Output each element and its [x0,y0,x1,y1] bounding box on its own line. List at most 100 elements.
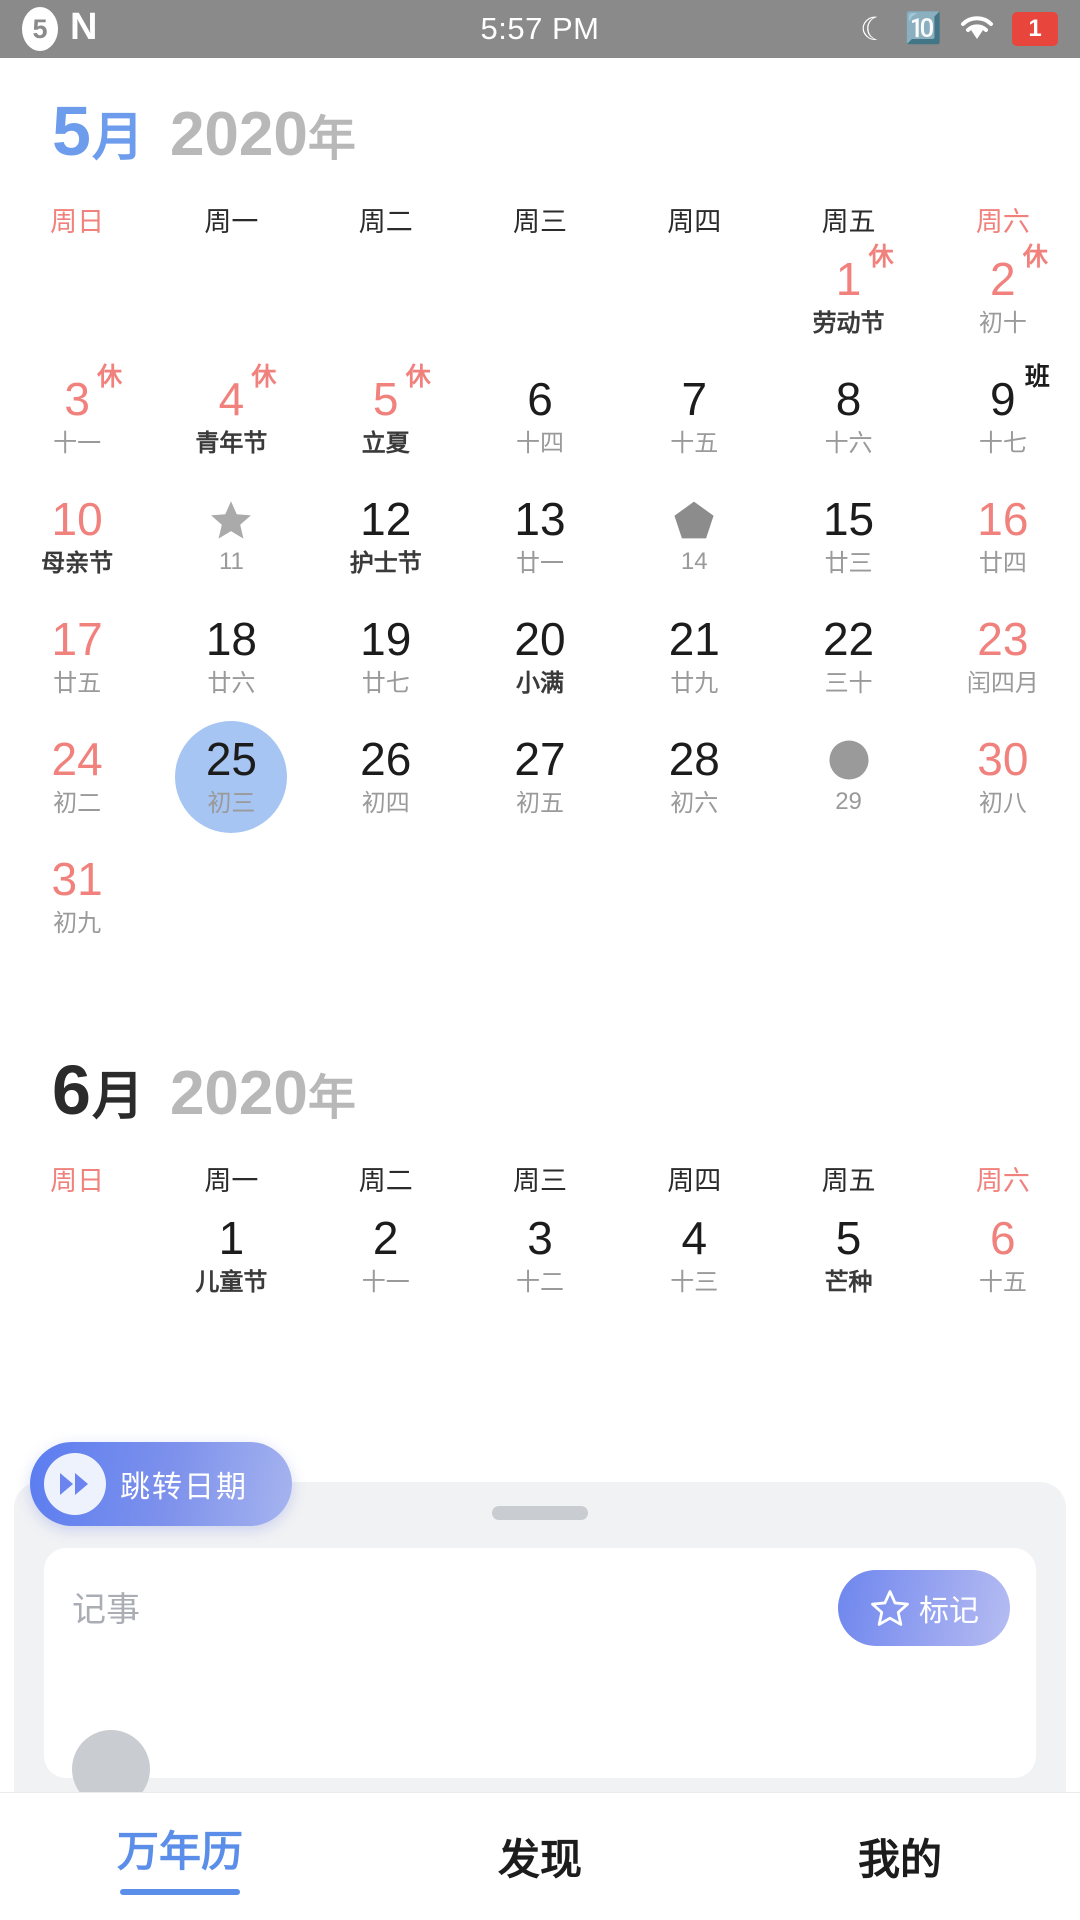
calendar-day-cell[interactable]: 4 十三 [617,1198,771,1318]
calendar-day-cell[interactable]: 10 母亲节 [0,479,154,599]
lunar-label: 廿四 [978,550,1027,577]
day-number: 16 [977,493,1029,545]
calendar-day-cell[interactable]: 22 三十 [771,599,925,719]
month-title-june: 6 月 2020 年 [0,1017,1080,1125]
calendar-day-cell[interactable]: 26 初四 [309,719,463,839]
calendar-day-cell[interactable]: 2 十一 [309,1198,463,1318]
weekday-sat: 周六 [975,1166,1030,1196]
calendar-day-cell[interactable]: 27 初五 [463,719,617,839]
calendar-day-cell[interactable]: 12 护士节 [309,479,463,599]
calendar-day-cell[interactable]: 17 廿五 [0,599,154,719]
weekday-tue: 周二 [358,1166,413,1196]
weekday-sat: 周六 [975,207,1030,237]
calendar-day-cell[interactable]: 24 初二 [0,719,154,839]
weekday-fri: 周五 [821,207,876,237]
workday-badge: 班 [1024,363,1050,391]
lunar-label: 十三 [670,1269,719,1296]
lunar-label: 初十 [978,310,1027,337]
year-suffix: 年 [307,113,356,166]
calendar-day-cell[interactable]: 7 十五 [617,359,771,479]
day-number: 18 [205,613,257,665]
weekday-sun: 周日 [50,207,105,237]
calendar-day-cell[interactable]: 3 十二 [463,1198,617,1318]
calendar-day-cell[interactable]: 11 [154,479,308,599]
nav-item-discover[interactable]: 发现 [360,1793,720,1920]
battery-indicator: 1 [1012,12,1058,46]
calendar-day-cell[interactable]: 18 廿六 [154,599,308,719]
calendar-day-cell[interactable]: 1 儿童节 [154,1198,308,1318]
day-number: 17 [51,613,103,665]
calendar-app-screen: 5 N 5:57 PM ☾ 🔟 1 5 月 2020 年 周日 周一 周二 周三… [0,0,1080,1920]
status-bar: 5 N 5:57 PM ☾ 🔟 1 [0,0,1080,58]
status-bar-right: ☾ 🔟 1 [860,12,1058,47]
month-number: 6 [52,1051,91,1129]
calendar-day-cell[interactable]: 5 芒种 [771,1198,925,1318]
bottom-sheet[interactable]: 记事 标记 [14,1482,1066,1792]
lunar-label: 初三 [207,790,256,817]
calendar-day-cell[interactable]: 班 9 十七 [926,359,1080,479]
day-number: 24 [51,733,103,785]
calendar-day-cell[interactable]: 13 廿一 [463,479,617,599]
active-tab-indicator [120,1889,240,1895]
weekday-wed: 周三 [512,207,567,237]
calendar-day-cell[interactable]: 29 [771,719,925,839]
calendar-day-cell[interactable]: 14 [617,479,771,599]
bottom-navigation: 万年历 发现 我的 [0,1792,1080,1920]
weekday-tue: 周二 [358,207,413,237]
calendar-day-cell[interactable]: 15 廿三 [771,479,925,599]
day-number: 2 [990,253,1016,305]
calendar-grid-may: 休 1 劳动节 休 2 初十休 3 十一休 4 青年节休 5 立夏 6 十四 7 十五 8 十六班 9 十七 10 母亲节… [0,239,1080,959]
calendar-day-cell[interactable]: 6 十四 [463,359,617,479]
nav-item-calendar[interactable]: 万年历 [0,1793,360,1920]
calendar-day-cell[interactable]: 休 1 劳动节 [771,239,925,359]
calendar-day-cell[interactable]: 休 2 初十 [926,239,1080,359]
year-number: 2020 [169,100,308,169]
calendar-day-cell[interactable]: 8 十六 [771,359,925,479]
nav-item-label: 发现 [497,1836,582,1883]
lunar-label: 十五 [978,1269,1027,1296]
calendar-day-cell[interactable]: 25 初三 [154,719,308,839]
day-number: 13 [514,493,566,545]
lunar-label: 初六 [670,790,719,817]
day-number: 5 [835,1212,862,1264]
calendar-day-cell[interactable]: 28 初六 [617,719,771,839]
weekday-mon: 周一 [204,207,259,237]
lunar-label: 三十 [824,670,873,697]
day-number: 25 [205,733,257,785]
lunar-label: 十一 [53,430,102,457]
calendar-day-cell[interactable]: 6 十五 [926,1198,1080,1318]
day-number: 21 [668,613,720,665]
drag-handle[interactable] [492,1506,588,1520]
calendar-day-cell[interactable]: 31 初九 [0,839,154,959]
weekday-header-may: 周日 周一 周二 周三 周四 周五 周六 [0,200,1080,239]
calendar-day-cell[interactable]: 21 廿九 [617,599,771,719]
calendar-day-cell[interactable]: 20 小满 [463,599,617,719]
nav-item-profile[interactable]: 我的 [720,1793,1080,1920]
day-number: 23 [977,613,1029,665]
nav-item-label: 我的 [857,1836,942,1883]
holiday-badge: 休 [1022,243,1048,271]
day-number: 27 [514,733,566,785]
lunar-label: 廿六 [207,670,256,697]
lunar-label: 十六 [824,430,873,457]
weekday-thu: 周四 [667,1166,722,1196]
weekday-wed: 周三 [512,1166,567,1196]
day-number: 1 [835,253,862,305]
calendar-day-cell[interactable]: 休 4 青年节 [154,359,308,479]
calendar-day-cell[interactable]: 休 3 十一 [0,359,154,479]
month-title-may: 5 月 2020 年 [0,58,1080,166]
star-icon [208,497,254,543]
lunar-label: 闰四月 [966,670,1039,697]
calendar-day-cell[interactable]: 30 初八 [926,719,1080,839]
note-card[interactable]: 记事 标记 [44,1548,1036,1792]
festival-label: 小满 [515,670,564,697]
mark-button[interactable]: 标记 [838,1570,1010,1646]
day-number: 2 [372,1212,399,1264]
jump-to-date-button[interactable]: 跳转日期 [30,1442,292,1526]
calendar-week-row: 31 初九 [0,839,1080,959]
month-number: 5 [52,92,91,170]
calendar-day-cell[interactable]: 23 闰四月 [926,599,1080,719]
calendar-day-cell[interactable]: 19 廿七 [309,599,463,719]
calendar-day-cell[interactable]: 16 廿四 [926,479,1080,599]
calendar-day-cell[interactable]: 休 5 立夏 [309,359,463,479]
